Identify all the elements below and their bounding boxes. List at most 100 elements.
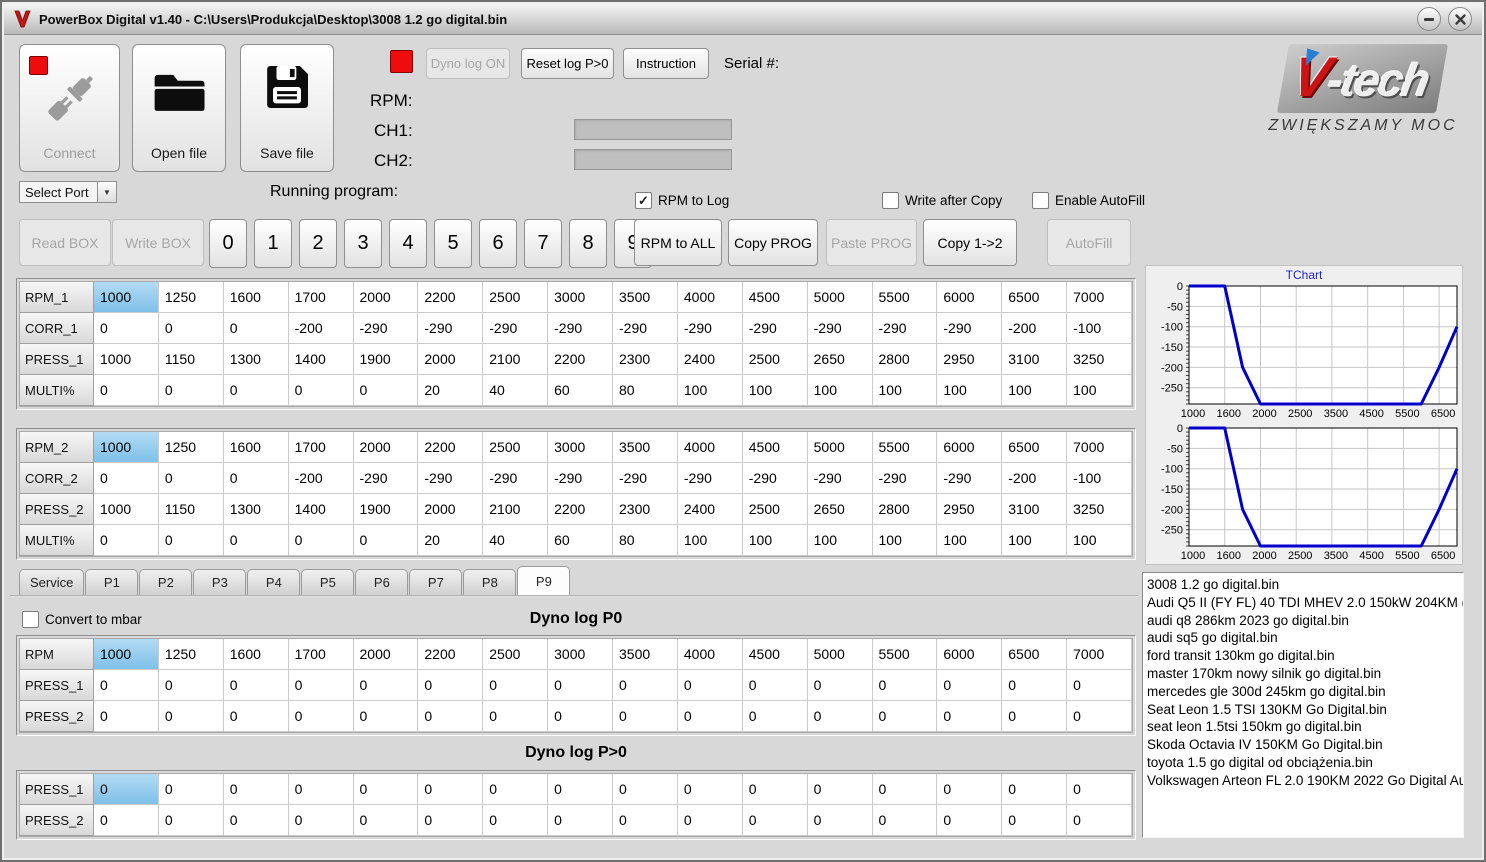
table-cell[interactable]: 2200 [418, 282, 484, 313]
table-cell[interactable]: 3250 [1067, 344, 1132, 375]
table-cell[interactable]: 0 [288, 774, 354, 805]
tab-p9[interactable]: P9 [517, 566, 571, 595]
table-cell[interactable]: 0 [158, 463, 224, 494]
table-cell[interactable]: 1150 [158, 344, 224, 375]
file-list-item[interactable]: Volkswagen Arteon FL 2.0 190KM 2022 Go D… [1147, 772, 1463, 790]
file-list-item[interactable]: seat leon 1.5tsi 150km go digital.bin [1147, 718, 1463, 736]
table-cell[interactable]: 0 [288, 701, 354, 732]
table-cell[interactable]: 1700 [288, 432, 354, 463]
table-cell[interactable]: 0 [548, 670, 613, 701]
table-cell[interactable]: 2200 [418, 432, 484, 463]
tab-service[interactable]: Service [19, 569, 85, 595]
table-cell[interactable]: 1000 [94, 639, 159, 670]
rpm-to-all-button[interactable]: RPM to ALL [634, 219, 722, 266]
table-cell[interactable]: 0 [807, 670, 873, 701]
table-cell[interactable]: 2500 [742, 344, 808, 375]
table-cell[interactable]: 6000 [937, 432, 1003, 463]
table-cell[interactable]: -290 [742, 313, 808, 344]
enable-autofill-checkbox[interactable]: Enable AutoFill [1032, 192, 1145, 209]
table-cell[interactable]: 0 [418, 701, 484, 732]
table-cell[interactable]: 0 [94, 701, 159, 732]
table-cell[interactable]: -200 [288, 313, 354, 344]
table-cell[interactable]: 100 [742, 525, 808, 556]
table-cell[interactable]: 0 [613, 670, 678, 701]
table-cell[interactable]: 0 [548, 805, 613, 836]
table-cell[interactable]: 0 [94, 805, 159, 836]
table-cell[interactable]: 5500 [872, 432, 938, 463]
table-cell[interactable]: 2800 [872, 344, 938, 375]
table-cell[interactable]: 2400 [677, 494, 743, 525]
table-cell[interactable]: -290 [937, 313, 1003, 344]
table-cell[interactable]: 5000 [807, 432, 873, 463]
tab-p2[interactable]: P2 [139, 569, 193, 595]
table-cell[interactable]: 2200 [548, 494, 613, 525]
table-cell[interactable]: 0 [872, 701, 938, 732]
table-cell[interactable]: 2000 [353, 639, 419, 670]
table-cell[interactable]: -100 [1067, 313, 1132, 344]
table-cell[interactable]: 3500 [613, 639, 678, 670]
table-cell[interactable]: 0 [158, 313, 224, 344]
table-cell[interactable]: 60 [548, 525, 613, 556]
table-cell[interactable]: 2500 [483, 432, 549, 463]
table-cell[interactable]: 4000 [677, 639, 743, 670]
select-port-dropdown[interactable]: Select Port ▼ [19, 181, 117, 203]
table-cell[interactable]: -100 [1067, 463, 1132, 494]
digit-6-button[interactable]: 6 [479, 219, 517, 268]
digit-7-button[interactable]: 7 [524, 219, 562, 268]
table-cell[interactable]: 1250 [158, 282, 224, 313]
table-cell[interactable]: -290 [742, 463, 808, 494]
digit-1-button[interactable]: 1 [254, 219, 292, 268]
table-cell[interactable]: -290 [937, 463, 1003, 494]
digit-5-button[interactable]: 5 [434, 219, 472, 268]
digit-8-button[interactable]: 8 [569, 219, 607, 268]
table-cell[interactable]: 100 [872, 525, 938, 556]
table-cell[interactable]: -200 [1002, 313, 1068, 344]
table-cell[interactable]: -290 [548, 313, 613, 344]
table-cell[interactable]: 0 [223, 774, 289, 805]
table-cell[interactable]: 0 [288, 525, 354, 556]
open-file-button[interactable]: Open file [132, 44, 226, 172]
table-cell[interactable]: 0 [677, 774, 743, 805]
file-list-item[interactable]: toyota 1.5 go digital od obciążenia.bin [1147, 754, 1463, 772]
table-cell[interactable]: 0 [223, 670, 289, 701]
table-cell[interactable]: 5500 [872, 282, 938, 313]
file-list-item[interactable]: Skoda Octavia IV 150KM Go Digital.bin [1147, 736, 1463, 754]
table-cell[interactable]: -290 [872, 313, 938, 344]
table-cell[interactable]: 0 [548, 774, 613, 805]
table-cell[interactable]: 2950 [937, 494, 1003, 525]
table-cell[interactable]: 0 [353, 805, 419, 836]
close-button[interactable] [1448, 7, 1472, 31]
table-cell[interactable]: 1400 [288, 344, 354, 375]
save-file-button[interactable]: Save file [240, 44, 334, 172]
connect-button[interactable]: Connect [19, 44, 120, 172]
table-cell[interactable]: 0 [223, 463, 289, 494]
digit-3-button[interactable]: 3 [344, 219, 382, 268]
copy-1-to-2-button[interactable]: Copy 1->2 [923, 219, 1017, 266]
table-cell[interactable]: 0 [223, 313, 289, 344]
table-cell[interactable]: 0 [418, 805, 484, 836]
table-cell[interactable]: 1700 [288, 639, 354, 670]
table-cell[interactable]: 100 [937, 375, 1003, 406]
table-cell[interactable]: 4000 [677, 432, 743, 463]
table-cell[interactable]: 0 [613, 774, 678, 805]
table-cell[interactable]: -290 [483, 463, 549, 494]
table-cell[interactable]: -290 [807, 313, 873, 344]
tab-p5[interactable]: P5 [301, 569, 355, 595]
table-cell[interactable]: 1600 [223, 282, 289, 313]
table-cell[interactable]: 0 [223, 375, 289, 406]
table-cell[interactable]: 2650 [807, 344, 873, 375]
table-cell[interactable]: 0 [158, 774, 224, 805]
table-cell[interactable]: 0 [1067, 774, 1132, 805]
table-cell[interactable]: 0 [807, 774, 873, 805]
table-cell[interactable]: 0 [94, 774, 159, 805]
table-cell[interactable]: 6000 [937, 639, 1003, 670]
table-cell[interactable]: 4500 [742, 432, 808, 463]
table-cell[interactable]: 1250 [158, 639, 224, 670]
table-cell[interactable]: 100 [807, 525, 873, 556]
table-cell[interactable]: 1600 [223, 432, 289, 463]
table-cell[interactable]: 0 [613, 805, 678, 836]
table-cell[interactable]: 0 [807, 805, 873, 836]
table-cell[interactable]: 0 [742, 701, 808, 732]
file-list-item[interactable]: audi q8 286km 2023 go digital.bin [1147, 612, 1463, 630]
table-cell[interactable]: 2400 [677, 344, 743, 375]
